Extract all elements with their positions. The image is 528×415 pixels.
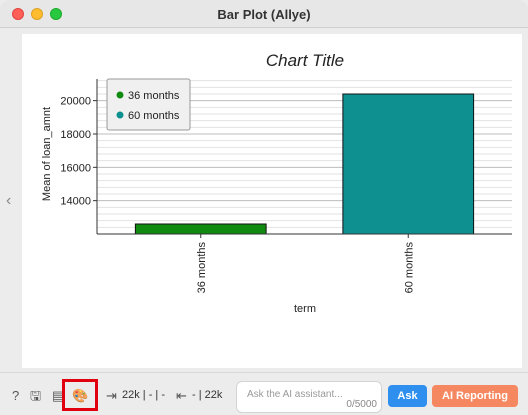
palette-icon[interactable]: 🎨 [72, 389, 88, 402]
legend-marker-36-months [116, 91, 124, 99]
legend-box [106, 78, 191, 131]
chart-title: Chart Title [266, 51, 344, 70]
legend-label-60-months: 60 months [128, 110, 180, 122]
y-tick-label: 20000 [60, 96, 91, 108]
input-stats: 22k | - | - [122, 389, 166, 401]
bar-plot-window: Bar Plot (Allye) ‹ 36 months 60 months 140… [0, 0, 528, 415]
x-tick-label: 36 months [196, 242, 208, 294]
bar-chart: 36 months 60 months 14000 16000 18000 20000 C… [41, 51, 512, 315]
y-tick-label: 14000 [60, 196, 91, 208]
window-title: Bar Plot (Allye) [217, 7, 311, 22]
plot-panel: 36 months 60 months 14000 16000 18000 20000 C… [22, 34, 522, 368]
ask-button[interactable]: Ask [388, 385, 427, 407]
x-tick-label: 60 months [403, 242, 415, 294]
legend-marker-60-months [116, 111, 124, 119]
input-icon: ⇥ [106, 388, 117, 403]
y-tick-label: 16000 [60, 162, 91, 174]
bar-36-months [134, 223, 267, 235]
help-icon[interactable]: ? [12, 389, 19, 402]
back-arrow-icon[interactable]: ‹ [6, 192, 11, 210]
y-tick-label: 18000 [60, 129, 91, 141]
bar-60-months [342, 93, 475, 235]
ai-reporting-button[interactable]: AI Reporting [432, 385, 518, 407]
save-icon[interactable]: 🖫 [30, 389, 41, 402]
output-icon: ⇤ [176, 388, 187, 403]
y-axis-label: Mean of loan_amnt [41, 107, 53, 201]
ai-assistant-box: 0/5000 [236, 381, 382, 413]
title-bar: Bar Plot (Allye) [0, 0, 528, 28]
legend-label-36-months: 36 months [128, 90, 180, 102]
bottom-toolbar: ? 🖫 ▤ 🎨 ⇥ 22k | - | - ⇤ - | 22k 0/5000 A… [0, 372, 528, 415]
character-counter: 0/5000 [346, 399, 377, 410]
output-stats: - | 22k [192, 389, 223, 401]
chart-legend: 36 months 60 months [106, 78, 191, 131]
x-axis-label: term [294, 303, 316, 315]
